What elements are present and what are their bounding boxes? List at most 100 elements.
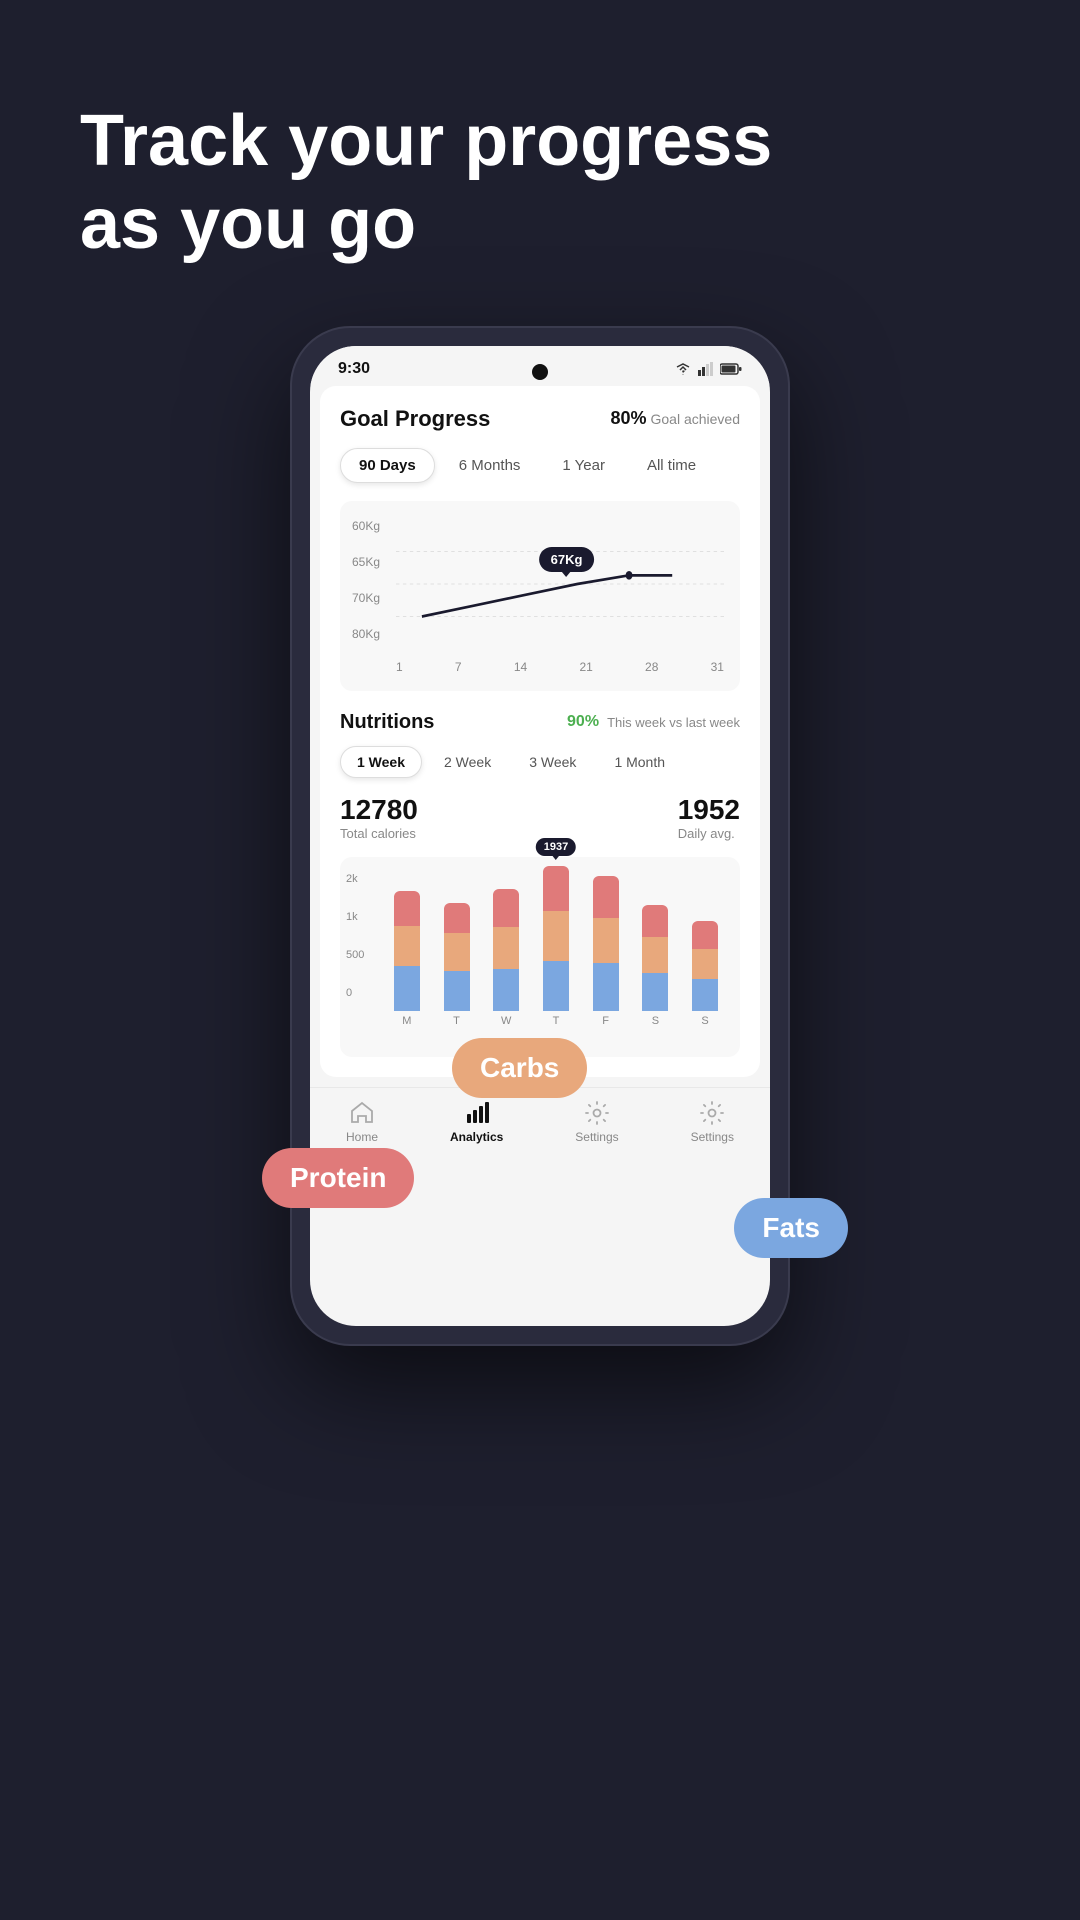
y-label-70: 70Kg (352, 591, 380, 605)
y-label-65: 65Kg (352, 555, 380, 569)
nutrition-header: Nutritions 90% This week vs last week (340, 711, 740, 734)
bar-monday: M (394, 881, 420, 1027)
bar-protein-t2 (543, 866, 569, 911)
bar-saturday: S (642, 905, 668, 1027)
bar-label-s2: S (701, 1015, 708, 1027)
x-label-7: 7 (455, 660, 462, 674)
bar-carbs-s1 (642, 937, 668, 973)
nav-settings-label: Settings (575, 1130, 618, 1144)
x-label-14: 14 (514, 660, 527, 674)
nutrition-bar-chart: 2k 1k 500 0 M (340, 857, 740, 1057)
bar-protein-s1 (642, 905, 668, 937)
tab-all-time[interactable]: All time (629, 448, 714, 483)
tab-1-month[interactable]: 1 Month (598, 746, 681, 778)
bar-stack-s2 (692, 921, 718, 1011)
total-calories-label: Total calories (340, 826, 418, 841)
bar-carbs-t2 (543, 911, 569, 961)
goal-label: Goal achieved (650, 411, 740, 427)
bar-y-2k: 2k (346, 873, 364, 885)
daily-avg: 1952 Daily avg. (678, 794, 740, 841)
carbs-label: Carbs (452, 1038, 587, 1098)
headline: Track your progress as you go (0, 0, 1080, 326)
screen-content: Goal Progress 80% Goal achieved 90 Days … (320, 386, 760, 1077)
bar-label-t1: T (453, 1015, 460, 1027)
bar-label-f: F (602, 1015, 609, 1027)
y-label-80: 80Kg (352, 627, 380, 641)
bar-protein-f (593, 876, 619, 918)
home-icon (349, 1100, 375, 1126)
nav-home-label: Home (346, 1130, 378, 1144)
bar-carbs-w (493, 927, 519, 969)
bar-fats-s1 (642, 973, 668, 1011)
signal-icon (698, 362, 714, 376)
bars-container: M T (384, 873, 728, 1027)
x-label-1: 1 (396, 660, 403, 674)
headline-line1: Track your progress (80, 101, 772, 181)
bar-y-500: 500 (346, 949, 364, 961)
camera-notch (532, 364, 548, 380)
nav-analytics-label: Analytics (450, 1130, 503, 1144)
chart-inner: 67Kg 1 7 (396, 519, 724, 679)
settings-icon (584, 1100, 610, 1126)
tab-2-week[interactable]: 2 Week (428, 746, 507, 778)
bar-tuesday: T (444, 896, 470, 1027)
x-labels: 1 7 14 21 28 31 (396, 654, 724, 674)
bar-protein-s2 (692, 921, 718, 949)
bar-stack-t1 (444, 896, 470, 1011)
tab-90-days[interactable]: 90 Days (340, 448, 435, 483)
total-calories-value: 12780 (340, 794, 418, 826)
weight-line-chart (396, 519, 724, 649)
bar-label-m: M (402, 1015, 411, 1027)
nav-analytics[interactable]: Analytics (450, 1100, 503, 1144)
tab-3-week[interactable]: 3 Week (513, 746, 592, 778)
wifi-icon (674, 362, 692, 376)
bar-fats-f (593, 963, 619, 1011)
bar-stack-t2 (543, 866, 569, 1011)
tab-6-months[interactable]: 6 Months (441, 448, 539, 483)
battery-icon (720, 363, 742, 375)
nav-settings-2[interactable]: Settings (691, 1100, 734, 1144)
nav-settings-2-label: Settings (691, 1130, 734, 1144)
bar-carbs-f (593, 918, 619, 963)
bar-wednesday: W (493, 889, 519, 1027)
x-label-21: 21 (579, 660, 592, 674)
bar-label-w: W (501, 1015, 511, 1027)
settings-2-icon (699, 1100, 725, 1126)
tab-1-week[interactable]: 1 Week (340, 746, 422, 778)
nav-settings[interactable]: Settings (575, 1100, 618, 1144)
nutrition-title: Nutritions (340, 711, 434, 734)
bar-fats-t1 (444, 971, 470, 1011)
weight-tooltip: 67Kg (539, 547, 595, 572)
bar-carbs-s2 (692, 949, 718, 979)
week-tabs: 1 Week 2 Week 3 Week 1 Month (340, 746, 740, 778)
bar-thursday: 1937 T (543, 866, 569, 1027)
bar-fats-s2 (692, 979, 718, 1011)
protein-label: Protein (262, 1148, 414, 1208)
bar-label-t2: T (553, 1015, 560, 1027)
tab-1-year[interactable]: 1 Year (544, 448, 623, 483)
goal-achieved-row: 80% Goal achieved (610, 408, 740, 429)
bar-sunday: S (692, 921, 718, 1027)
nutrition-sub: This week vs last week (607, 715, 740, 730)
bar-y-labels: 2k 1k 500 0 (346, 873, 364, 999)
bar-stack-m (394, 881, 420, 1011)
screen-title: Goal Progress (340, 406, 490, 432)
bar-label-s1: S (652, 1015, 659, 1027)
headline-line2: as you go (80, 184, 416, 264)
bar-protein-w (493, 889, 519, 927)
y-label-60: 60Kg (352, 519, 380, 533)
bar-stack-s1 (642, 905, 668, 1011)
bar-y-1k: 1k (346, 911, 364, 923)
bar-stack-f (593, 876, 619, 1011)
bar-fats-t2 (543, 961, 569, 1011)
stats-row: 12780 Total calories 1952 Daily avg. (340, 794, 740, 841)
bar-fats-w (493, 969, 519, 1011)
nav-home[interactable]: Home (346, 1100, 378, 1144)
daily-avg-label: Daily avg. (678, 826, 740, 841)
goal-pct: 80% (610, 408, 646, 429)
phone-frame: Protein Carbs Fats 9:30 (290, 326, 790, 1346)
time-tabs: 90 Days 6 Months 1 Year All time (340, 448, 740, 483)
status-time: 9:30 (338, 360, 370, 378)
bar-thursday-tooltip: 1937 (536, 838, 576, 856)
bar-protein-t1 (444, 903, 470, 933)
